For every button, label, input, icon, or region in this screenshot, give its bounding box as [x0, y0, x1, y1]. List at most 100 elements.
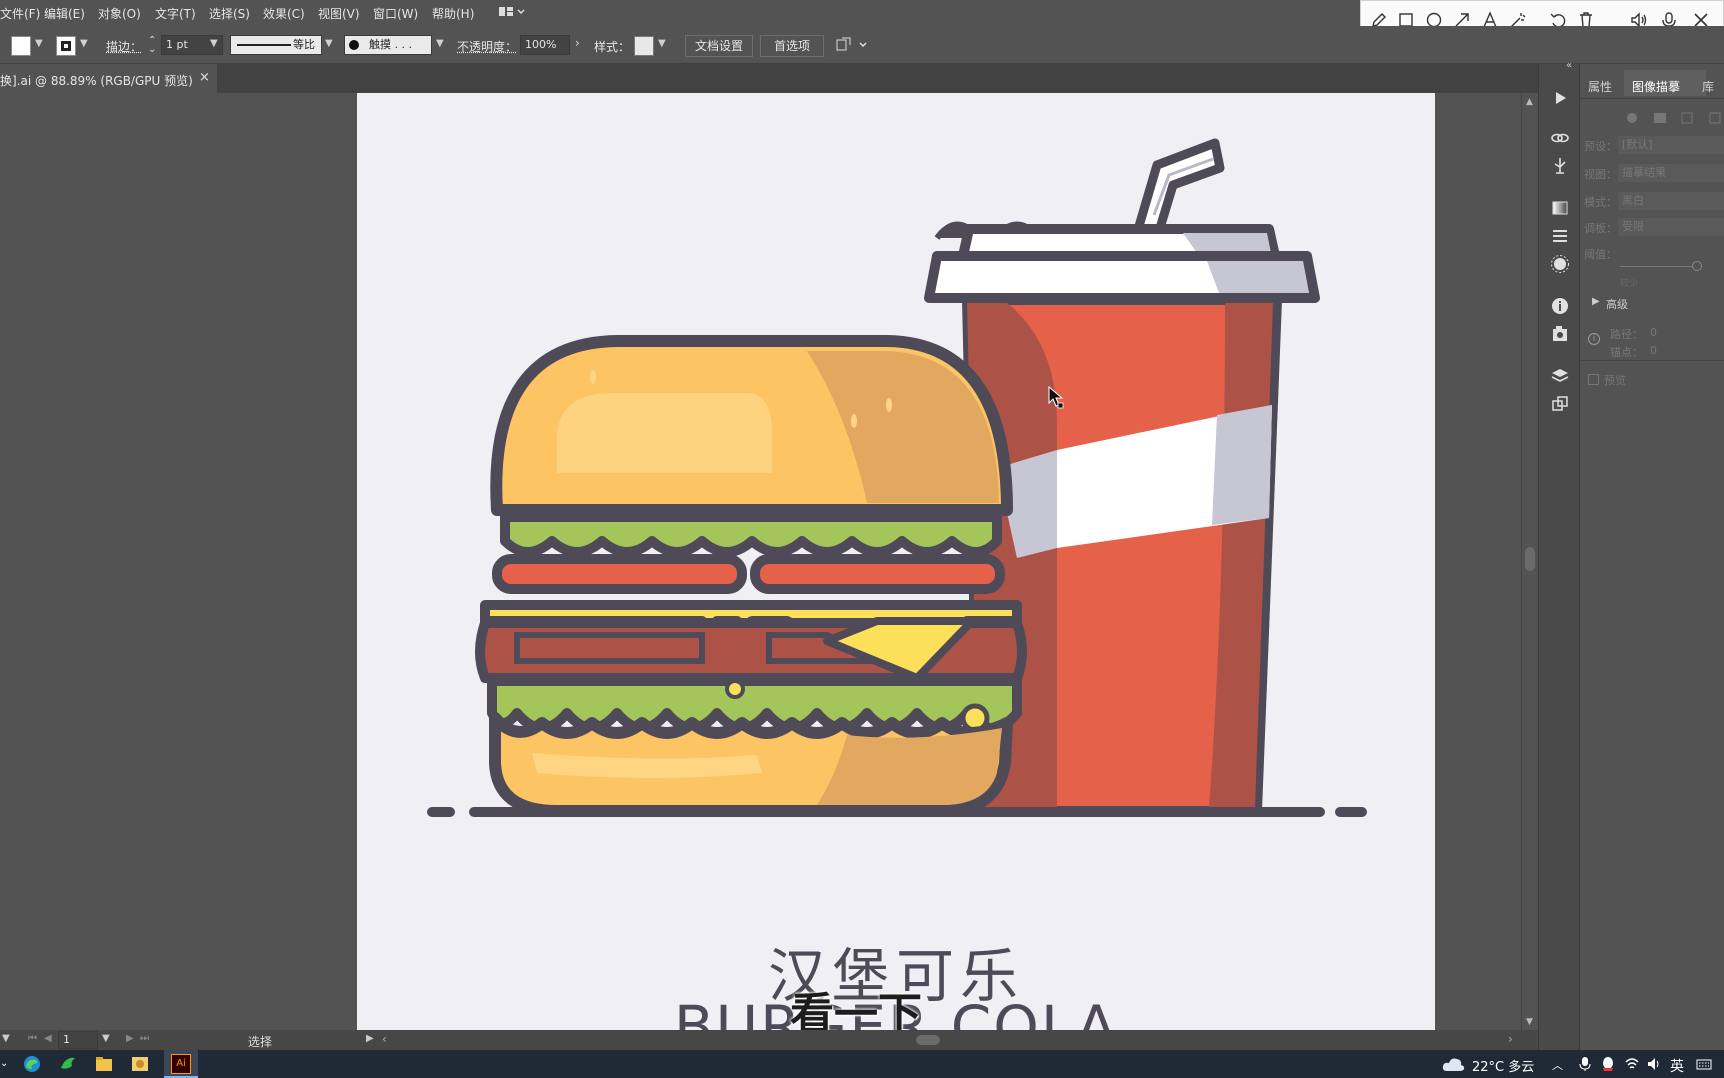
chevron-right-icon[interactable]: ›: [575, 36, 580, 50]
mode-select[interactable]: 黑白: [1618, 192, 1724, 210]
style-label: 样式：: [594, 38, 630, 55]
chevron-down-icon[interactable]: ▼: [210, 38, 218, 49]
chevron-down-icon[interactable]: ▼: [80, 38, 88, 49]
palette-select[interactable]: 受限: [1618, 218, 1724, 236]
fill-swatch[interactable]: [11, 36, 31, 56]
artboard[interactable]: 汉堡可乐 BURGER COLA: [357, 93, 1435, 1033]
stroke-profile-select[interactable]: 等比: [230, 35, 322, 55]
tab-libraries[interactable]: 库: [1702, 78, 1714, 95]
menu-file[interactable]: 文件(F): [0, 5, 40, 22]
scroll-up-icon[interactable]: ▲: [1526, 97, 1533, 107]
microphone-icon[interactable]: [1578, 1056, 1592, 1076]
panel-divider: [1580, 98, 1724, 99]
brush-definition-select[interactable]: 触摸 . . .: [344, 35, 432, 55]
status-bar: ▼ ⏮ ◀ 1 ▼ ▶ ⏭ 选择 ▶ ‹ ›: [0, 1030, 1540, 1050]
menu-help[interactable]: 帮助(H): [432, 5, 474, 22]
stroke-swatch[interactable]: [56, 36, 76, 56]
start-chevron-icon[interactable]: ⌄: [0, 1058, 8, 1069]
workspace-switcher-icon[interactable]: [498, 5, 516, 19]
artboard-number-input[interactable]: 1: [58, 1031, 98, 1049]
image-viewer-icon[interactable]: [130, 1054, 150, 1074]
file-explorer-icon[interactable]: [94, 1054, 114, 1074]
scroll-down-icon[interactable]: ▼: [1526, 1017, 1533, 1027]
horizontal-scroll-thumb[interactable]: [916, 1035, 940, 1045]
layers-icon[interactable]: [1550, 366, 1570, 386]
chevron-down-icon[interactable]: ▼: [102, 1033, 110, 1044]
menu-window[interactable]: 窗口(W): [373, 5, 418, 22]
document-tab-bar: 换].ai @ 88.89% (RGB/GPU 预览) ×: [0, 64, 1540, 93]
status-menu-icon[interactable]: ▶: [366, 1033, 374, 1044]
threshold-slider-handle[interactable]: [1692, 261, 1702, 271]
info-icon[interactable]: [1550, 296, 1570, 316]
gradient-icon[interactable]: [1550, 198, 1570, 218]
links-icon[interactable]: [1550, 128, 1570, 148]
preview-label: 预览: [1604, 372, 1626, 388]
next-artboard-icon[interactable]: ▶: [126, 1033, 134, 1044]
menu-effect[interactable]: 效果(C): [263, 5, 305, 22]
image-trace-icon[interactable]: [1550, 324, 1570, 344]
stroke-label: 描边：: [106, 38, 142, 55]
collapse-panels-icon[interactable]: «: [1566, 60, 1572, 71]
chevron-down-icon[interactable]: ▼: [325, 38, 333, 49]
tab-close-button[interactable]: ×: [199, 70, 210, 85]
control-bar: ▼ ▼ 描边： ⌃ ⌄ 1 pt ▼ 等比 ▼ 触摸 . . . ▼ 不透明度： …: [0, 26, 1724, 64]
tab-image-trace[interactable]: 图像描摹: [1632, 78, 1680, 95]
vertical-scrollbar[interactable]: ▲ ▼: [1521, 93, 1538, 1033]
stepper-icon[interactable]: ⌃ ⌄: [148, 36, 156, 54]
document-tab[interactable]: 换].ai @ 88.89% (RGB/GPU 预览) ×: [0, 64, 217, 93]
last-artboard-icon[interactable]: ⏭: [140, 1033, 149, 1044]
menu-object[interactable]: 对象(O): [98, 5, 141, 22]
info-icon: i: [1588, 333, 1600, 345]
first-artboard-icon[interactable]: ⏮: [28, 1033, 37, 1044]
menu-select[interactable]: 选择(S): [209, 5, 250, 22]
view-select[interactable]: 描摹结果: [1618, 164, 1724, 182]
advanced-toggle-icon[interactable]: ▶: [1592, 296, 1600, 307]
preview-checkbox[interactable]: [1588, 374, 1599, 385]
artboards-icon[interactable]: [1550, 394, 1570, 414]
appearance-icon[interactable]: [1550, 254, 1570, 274]
menu-view[interactable]: 视图(V): [318, 5, 360, 22]
input-method-indicator[interactable]: 英: [1670, 1056, 1684, 1076]
burger-cola-illustration: [357, 93, 1435, 1033]
current-tool-label: 选择: [248, 1033, 272, 1050]
arrange-documents-icon[interactable]: [836, 37, 870, 56]
advanced-section-label[interactable]: 高级: [1606, 296, 1628, 312]
opacity-label: 不透明度：: [457, 38, 517, 55]
chevron-down-icon[interactable]: ▼: [658, 38, 666, 49]
previous-artboard-icon[interactable]: ◀: [44, 1033, 52, 1044]
menu-type[interactable]: 文字(T): [155, 5, 196, 22]
scroll-thumb[interactable]: [1525, 547, 1535, 571]
weather-cloud-icon: [1442, 1055, 1466, 1076]
tab-properties[interactable]: 属性: [1588, 78, 1612, 95]
stroke-panel-icon[interactable]: [1550, 226, 1570, 246]
app-bird-icon[interactable]: [58, 1054, 78, 1074]
menu-edit[interactable]: 编辑(E): [44, 5, 85, 22]
illustrator-app-icon: Ai: [171, 1054, 191, 1074]
scroll-right-icon[interactable]: ›: [1508, 1032, 1513, 1046]
opacity-input[interactable]: 100%: [520, 35, 570, 55]
edge-browser-icon[interactable]: [22, 1054, 42, 1074]
tray-expand-icon[interactable]: ︿: [1552, 1057, 1563, 1073]
windows-taskbar: ⌄ Ai 22°C 多云 ︿ 英: [0, 1050, 1724, 1078]
actions-play-icon[interactable]: [1550, 88, 1570, 108]
volume-icon[interactable]: [1646, 1056, 1662, 1076]
panel-icon-strip: «: [1538, 64, 1580, 1050]
document-setup-button[interactable]: 文档设置: [685, 35, 753, 57]
keyboard-icon[interactable]: [1696, 1056, 1712, 1076]
scroll-left-icon[interactable]: ‹: [382, 1032, 387, 1046]
paths-label: 路径：: [1610, 326, 1643, 342]
qq-icon[interactable]: [1600, 1056, 1616, 1076]
preset-select[interactable]: [默认]: [1618, 136, 1724, 154]
preferences-button[interactable]: 首选项: [760, 35, 824, 57]
burger: [480, 341, 1022, 811]
chevron-down-icon[interactable]: ▼: [35, 38, 43, 49]
anchors-label: 锚点：: [1610, 344, 1643, 360]
taskbar-active-item[interactable]: Ai: [164, 1050, 198, 1078]
threshold-slider[interactable]: [1620, 266, 1698, 267]
mode-label: 模式：: [1584, 194, 1617, 210]
chevron-down-icon[interactable]: ▼: [2, 1033, 10, 1044]
puppet-warp-icon[interactable]: [1550, 156, 1570, 176]
graphic-style-swatch[interactable]: [634, 36, 654, 56]
chevron-down-icon[interactable]: ▼: [436, 38, 444, 49]
network-wifi-icon[interactable]: [1624, 1056, 1640, 1076]
